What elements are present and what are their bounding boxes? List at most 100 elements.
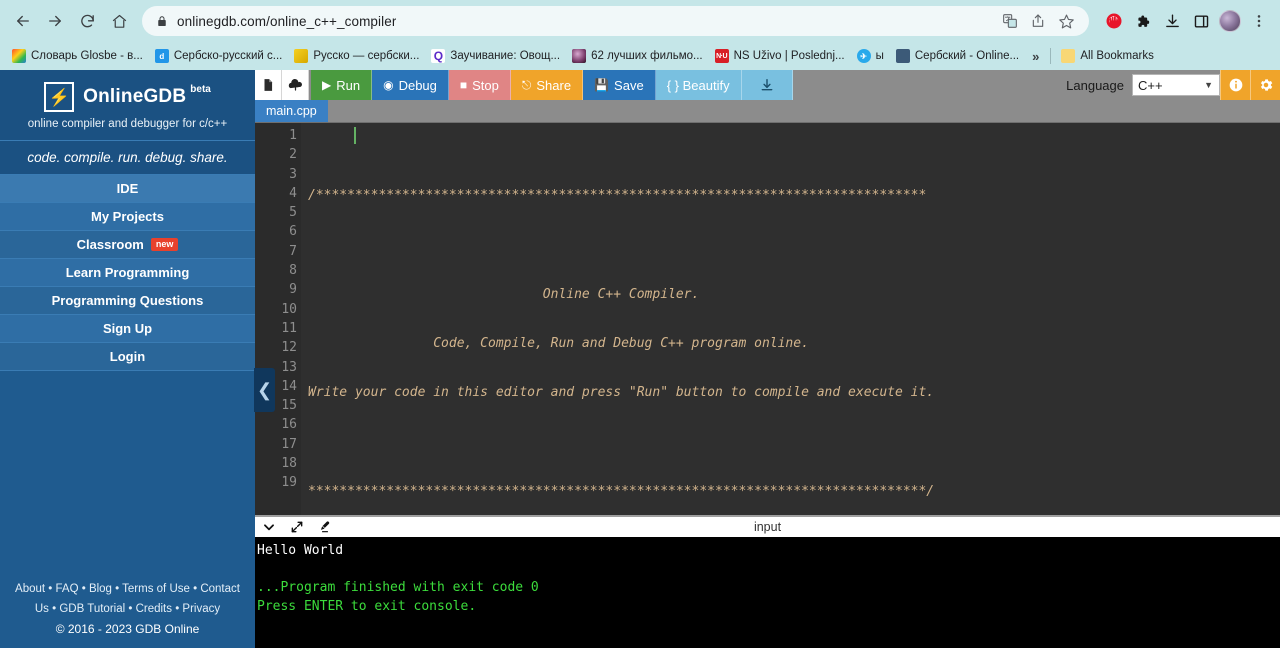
bookmark-item[interactable]: 62 лучших фильмо... (566, 47, 709, 65)
brand-name: OnlineGDB (83, 86, 187, 107)
bookmark-label: 62 лучших фильмо... (591, 50, 703, 62)
bookmark-label: Словарь Glosbe - в... (31, 50, 143, 62)
footer-links-line-1[interactable]: About • FAQ • Blog • Terms of Use • Cont… (8, 579, 247, 599)
tab-main-cpp[interactable]: main.cpp (255, 100, 328, 122)
line-number: 5 (289, 205, 297, 221)
download-icon (760, 78, 774, 92)
sidebar-item-learn-programming[interactable]: Learn Programming (0, 259, 255, 287)
beautify-label: { } Beautify (666, 77, 730, 93)
save-button[interactable]: 💾 Save (583, 70, 656, 100)
browser-chrome: onlinegdb.com/online_c++_compiler Словар… (0, 0, 1280, 70)
adblock-icon[interactable] (1101, 8, 1127, 34)
forward-arrow-icon[interactable] (40, 6, 70, 36)
extensions-puzzle-icon[interactable] (1130, 8, 1156, 34)
info-button[interactable] (1220, 70, 1250, 100)
browser-nav-bar: onlinegdb.com/online_c++_compiler (0, 0, 1280, 42)
line-number: 1 (289, 128, 297, 143)
settings-gear-icon[interactable] (1250, 70, 1280, 100)
clear-console-icon[interactable] (311, 517, 339, 537)
share-label: Share (536, 77, 572, 93)
code-content[interactable]: /***************************************… (301, 123, 1280, 515)
bookmark-favicon: d (154, 49, 169, 63)
code-line: ****************************************… (308, 483, 935, 499)
bookmark-star-icon[interactable] (1053, 8, 1079, 34)
beautify-button[interactable]: { } Beautify (655, 70, 742, 100)
sidebar-item-programming-questions[interactable]: Programming Questions (0, 287, 255, 315)
toolbar-right-group: Language C++ ▼ (1066, 70, 1280, 100)
download-button[interactable] (741, 70, 793, 100)
line-number: 11 (281, 320, 297, 336)
sidebar-collapse-button[interactable]: ❮ (254, 368, 275, 412)
all-bookmarks-button[interactable]: All Bookmarks (1055, 47, 1160, 65)
line-number: 16 (281, 417, 297, 433)
sidebar-item-classroom[interactable]: Classroom new (0, 231, 255, 259)
code-line: Online C++ Compiler. (308, 286, 700, 302)
share-button[interactable]: ⎋ Share (510, 70, 584, 100)
back-arrow-icon[interactable] (8, 6, 38, 36)
page-body: ⚡ OnlineGDB beta online compiler and deb… (0, 70, 1280, 648)
sidebar-item-sign-up[interactable]: Sign Up (0, 315, 255, 343)
bookmark-item[interactable]: N·U NS Uživo | Poslednj... (709, 47, 851, 65)
save-label: Save (614, 77, 644, 93)
profile-avatar[interactable] (1217, 8, 1243, 34)
new-file-icon[interactable] (255, 70, 282, 100)
expand-arrows-icon[interactable] (283, 517, 311, 537)
console-output[interactable]: Hello World ...Program finished with exi… (255, 537, 1280, 648)
debug-label: Debug (398, 77, 437, 93)
debug-button[interactable]: ◉ Debug (372, 70, 449, 100)
bookmark-item[interactable]: Сербский - Online... (890, 47, 1025, 65)
upload-icon[interactable] (282, 70, 309, 100)
ide-panel: ▶ Run ◉ Debug ■ Stop ⎋ Share 💾 Save { } … (255, 70, 1280, 648)
bookmarks-overflow-button[interactable]: » (1025, 47, 1046, 66)
line-number: 7 (289, 243, 297, 259)
onlinegdb-logo-icon: ⚡ (44, 82, 75, 112)
line-number: 18 (281, 456, 297, 472)
side-panel-icon[interactable] (1188, 8, 1214, 34)
console-line: ...Program finished with exit code 0 (257, 580, 539, 595)
console-toolbar: input (255, 515, 1280, 537)
run-label: Run (336, 77, 361, 93)
language-select[interactable]: C++ ▼ (1132, 74, 1220, 96)
sidebar-item-my-projects[interactable]: My Projects (0, 203, 255, 231)
sidebar-item-login[interactable]: Login (0, 343, 255, 371)
line-number: 2 (289, 147, 297, 163)
language-value: C++ (1138, 77, 1163, 93)
console-line: Hello World (257, 543, 344, 558)
bookmark-favicon (12, 49, 26, 63)
bookmark-item[interactable]: Словарь Glosbe - в... (6, 47, 149, 65)
sidebar-item-label: Programming Questions (51, 293, 204, 308)
brand-block[interactable]: ⚡ OnlineGDB beta online compiler and deb… (0, 70, 255, 140)
bookmark-item[interactable]: d Сербско-русский с... (149, 47, 289, 65)
bookmark-favicon: Q (431, 49, 446, 63)
editor-tab-bar: main.cpp (255, 100, 1280, 122)
sidebar-footer: About • FAQ • Blog • Terms of Use • Cont… (0, 579, 255, 648)
code-line: Write your code in this editor and press… (308, 385, 935, 401)
chrome-menu-icon[interactable] (1246, 8, 1272, 34)
code-editor[interactable]: 1 2 3 4 5 6 7 8 9 10 11 12 13 14 15 16 1… (255, 122, 1280, 515)
run-button[interactable]: ▶ Run (311, 70, 373, 100)
bookmark-item[interactable]: Русско — сербски... (288, 47, 425, 65)
bookmark-item[interactable]: Q Заучивание: Овощ... (425, 47, 566, 65)
bookmark-label: Сербский - Online... (914, 50, 1020, 62)
tab-label: main.cpp (266, 104, 317, 118)
bookmark-item[interactable]: ✈ ы (851, 47, 890, 65)
stop-button[interactable]: ■ Stop (448, 70, 511, 100)
sidebar-item-ide[interactable]: IDE (0, 175, 255, 203)
sidebar: ⚡ OnlineGDB beta online compiler and deb… (0, 70, 275, 648)
reload-icon[interactable] (72, 6, 102, 36)
footer-links-line-2[interactable]: Us • GDB Tutorial • Credits • Privacy (8, 599, 247, 619)
line-number: 8 (289, 263, 297, 279)
home-icon[interactable] (104, 6, 134, 36)
downloads-icon[interactable] (1159, 8, 1185, 34)
translate-icon[interactable] (997, 8, 1023, 34)
brand-beta-badge: beta (190, 84, 211, 95)
address-bar[interactable]: onlinegdb.com/online_c++_compiler (142, 6, 1089, 36)
chevron-down-icon: ▼ (1204, 80, 1213, 90)
line-number: 17 (281, 436, 297, 452)
share-icon[interactable] (1025, 8, 1051, 34)
bookmarks-bar: Словарь Glosbe - в... d Сербско-русский … (0, 42, 1280, 70)
sidebar-spacer (0, 371, 255, 579)
chevron-down-icon[interactable] (255, 517, 283, 537)
